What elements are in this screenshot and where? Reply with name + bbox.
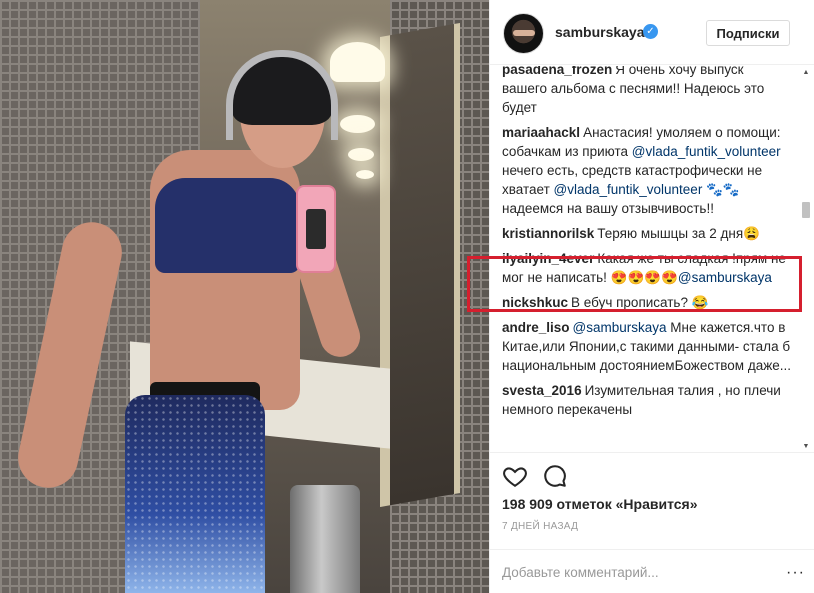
mention-link[interactable]: @vlada_funtik_volunteer [554,182,703,197]
comment-item: ilyailyin_4ever Какая же ты сладкая !прям… [502,249,792,287]
phone-case-print [306,209,326,249]
post-actions: 198 909 отметок «Нравится» 7 ДНЕЙ НАЗАД … [490,452,814,593]
comment-item: pasadena_frozen Я очень хочу выпуск вашег… [502,66,792,117]
comments-scrollbar[interactable]: ▲ ▼ [801,68,811,452]
comment-text: В ебуч прописать? 😂 [571,295,709,310]
likes-count[interactable]: 198 909 отметок «Нравится» [502,496,698,512]
trash-bin [290,485,360,593]
ceiling-lamp [340,115,375,133]
verified-badge-icon: ✓ [643,24,658,39]
scroll-thumb[interactable] [802,202,810,218]
add-comment-input[interactable] [502,560,782,584]
scroll-up-arrow-icon[interactable]: ▲ [801,68,811,78]
comment-item: mariaahackl Анастасия! умоляем о помощи: … [502,123,792,218]
comment-text: Теряю мышцы за 2 дня😩 [597,226,760,241]
post-sidebar: samburskaya ✓ Подписки pasadena_frozen Я … [489,0,814,593]
comment-username-link[interactable]: nickshkuc [502,295,568,310]
post-header: samburskaya ✓ Подписки [490,0,814,65]
comment-username-link[interactable]: andre_liso [502,320,570,335]
comment-item: andre_liso @samburskaya Мне кажется.что в… [502,318,792,375]
sports-top [155,178,300,273]
scroll-down-arrow-icon[interactable]: ▼ [801,442,811,452]
mirror-frame [380,22,460,508]
phone-in-hand [296,185,336,273]
comment-username-link[interactable]: kristiannorilsk [502,226,594,241]
comment-username-link[interactable]: ilyailyin_4ever [502,251,594,266]
ceiling-lamp [348,148,374,161]
comment-username-link[interactable]: svesta_2016 [502,383,582,398]
comment-username-link[interactable]: pasadena_frozen [502,66,612,77]
ceiling-lamp [356,170,374,179]
leggings [125,395,265,593]
username-link[interactable]: samburskaya [555,24,645,40]
heart-icon[interactable] [502,463,528,489]
mention-link[interactable]: @samburskaya [573,320,667,335]
avatar[interactable] [503,13,544,54]
avatar-face [513,30,535,36]
mention-link[interactable]: @samburskaya [678,270,772,285]
post-photo[interactable] [0,0,489,593]
more-options-icon[interactable]: ··· [786,564,805,582]
comment-username-link[interactable]: mariaahackl [502,125,580,140]
comments-scroll-content: pasadena_frozen Я очень хочу выпуск вашег… [502,66,792,425]
comment-item: svesta_2016 Изумительная талия , но плечи… [502,381,792,419]
following-button[interactable]: Подписки [706,20,790,46]
comment-item: kristiannorilsk Теряю мышцы за 2 дня😩 [502,224,792,243]
add-comment-bar: ··· [490,549,814,593]
post-timestamp[interactable]: 7 ДНЕЙ НАЗАД [502,521,578,532]
mention-link[interactable]: @vlada_funtik_volunteer [632,144,781,159]
comments-list[interactable]: pasadena_frozen Я очень хочу выпуск вашег… [502,66,792,452]
comment-item: nickshkuc В ебуч прописать? 😂 [502,293,792,312]
comment-bubble-icon[interactable] [542,463,568,489]
ceiling-lamp [330,42,385,82]
